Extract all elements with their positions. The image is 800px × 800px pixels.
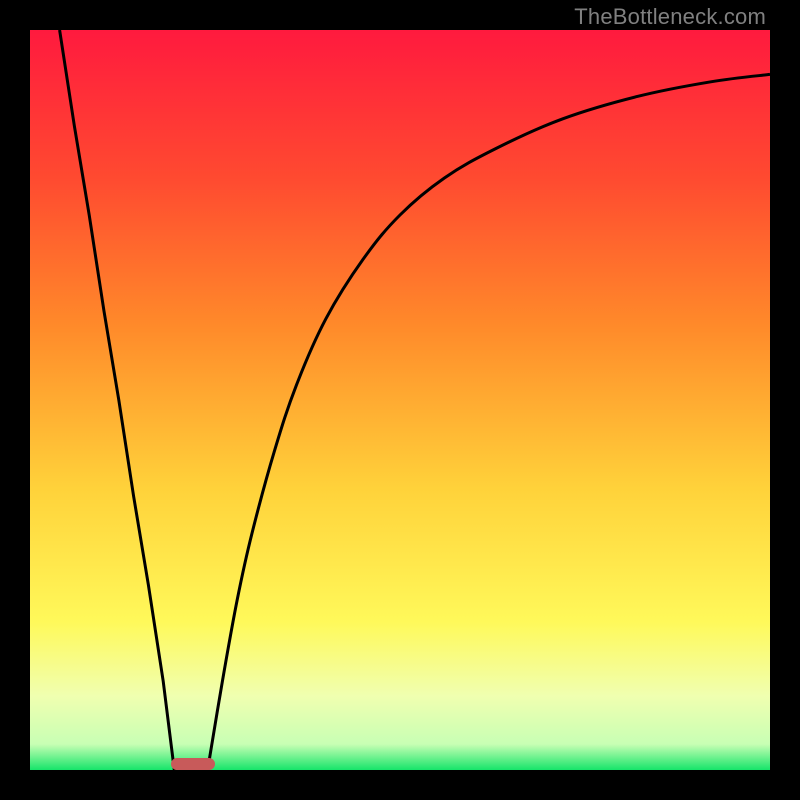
watermark-text: TheBottleneck.com [574,4,766,30]
curve-right-branch [208,74,770,770]
curve-left-branch [60,30,175,770]
optimal-range-marker [171,758,215,770]
chart-frame: TheBottleneck.com [0,0,800,800]
plot-area [30,30,770,770]
bottleneck-curve [30,30,770,770]
